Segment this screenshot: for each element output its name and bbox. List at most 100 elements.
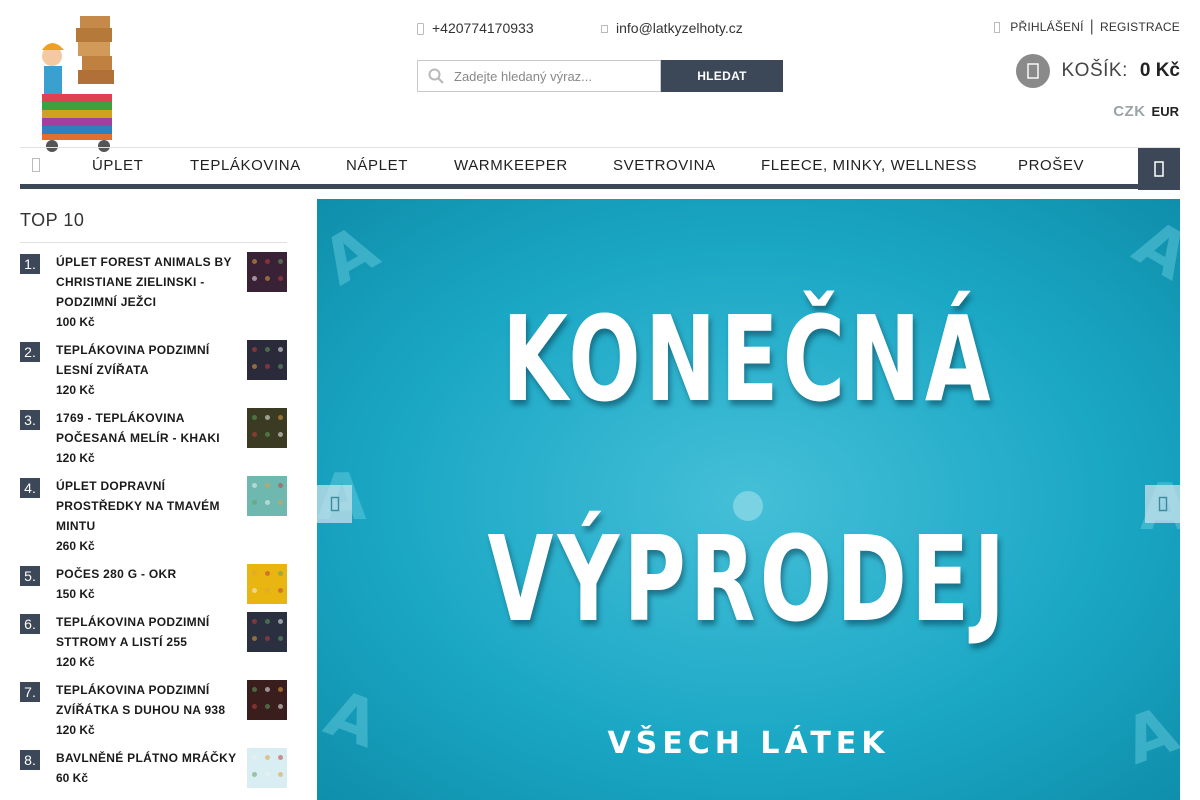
account-links: PŘIHLÁŠENÍ | REGISTRACE — [994, 18, 1180, 36]
top10-item[interactable]: 1. ÚPLET FOREST ANIMALS BY CHRISTIANE ZIE… — [20, 252, 287, 332]
currency-czk[interactable]: CZK — [1113, 103, 1145, 120]
slider-prev-button[interactable] — [317, 485, 352, 523]
fabric-pattern-dot — [252, 687, 257, 692]
currency-eur[interactable]: EUR — [1152, 104, 1179, 119]
slider-next-button[interactable] — [1145, 485, 1180, 523]
fabric-pattern-dot — [278, 347, 283, 352]
top10-product-thumbnail[interactable] — [247, 564, 287, 604]
nav-item-fleece[interactable]: FLEECE, MINKY, WELLNESS — [761, 157, 977, 174]
top10-title: TOP 10 — [20, 210, 85, 230]
email-address[interactable]: info@latkyzelhoty.cz — [616, 20, 743, 36]
search-field[interactable] — [417, 60, 661, 92]
top10-item[interactable]: 4. ÚPLET DOPRAVNÍ PROSTŘEDKY NA TMAVÉM MI… — [20, 476, 287, 556]
top10-product-thumbnail[interactable] — [247, 680, 287, 720]
nav-item-naplet[interactable]: NÁPLET — [346, 157, 408, 174]
currency-switcher: CZK EUR — [1113, 103, 1179, 120]
fabric-pattern-dot — [278, 483, 283, 488]
top10-info: ÚPLET DOPRAVNÍ PROSTŘEDKY NA TMAVÉM MINT… — [56, 476, 240, 556]
fabric-pattern-dot — [278, 500, 283, 505]
nav-item-uplet[interactable]: ÚPLET — [92, 157, 143, 174]
banner-line-1: KONEČNÁ — [502, 290, 995, 428]
top10-list: 1. ÚPLET FOREST ANIMALS BY CHRISTIANE ZIE… — [20, 252, 287, 796]
phone-number[interactable]: +420774170933 — [432, 20, 534, 36]
cart-total: 0 Kč — [1139, 60, 1180, 81]
fabric-pattern-dot — [252, 636, 257, 641]
top10-info: TEPLÁKOVINA PODZIMNÍ STTROMY A LISTÍ 255… — [56, 612, 240, 672]
fabric-pattern-dot — [252, 483, 257, 488]
fabric-pattern-dot — [278, 755, 283, 760]
top10-item[interactable]: 6. TEPLÁKOVINA PODZIMNÍ STTROMY A LISTÍ 2… — [20, 612, 287, 672]
top10-item[interactable]: 2. TEPLÁKOVINA PODZIMNÍ LESNÍ ZVÍŘATA 120 … — [20, 340, 287, 400]
top10-info: TEPLÁKOVINA PODZIMNÍ ZVÍŘÁTKA S DUHOU NA… — [56, 680, 240, 740]
register-link[interactable]: REGISTRACE — [1100, 20, 1180, 34]
cart-label: KOŠÍK: — [1061, 60, 1128, 81]
top10-info: 1769 - TEPLÁKOVINA POČESANÁ MELÍR - KHAK… — [56, 408, 240, 468]
search-button[interactable]: HLEDAT — [661, 60, 783, 92]
top10-product-thumbnail[interactable] — [247, 252, 287, 292]
top10-rank: 2. — [20, 342, 40, 362]
fabric-pattern-dot — [278, 772, 283, 777]
top10-product-name[interactable]: POČES 280 G - OKR — [56, 564, 240, 584]
top10-info: BAVLNĚNÉ PLÁTNO MRÁČKY 60 Kč — [56, 748, 240, 788]
fabric-pattern-dot — [265, 364, 270, 369]
top10-rank: 6. — [20, 614, 40, 634]
banner-line-3: VŠECH LÁTEK — [607, 726, 890, 761]
fabric-pattern-dot — [278, 415, 283, 420]
nav-item-warmkeeper[interactable]: WARMKEEPER — [454, 157, 568, 174]
top10-item[interactable]: 7. TEPLÁKOVINA PODZIMNÍ ZVÍŘÁTKA S DUHOU … — [20, 680, 287, 740]
fabric-pattern-dot — [265, 347, 270, 352]
fabric-pattern-dot — [252, 704, 257, 709]
chevron-left-icon — [330, 496, 339, 512]
fabric-pattern-dot — [252, 772, 257, 777]
fabric-pattern-dot — [278, 432, 283, 437]
fabric-pattern-dot — [278, 364, 283, 369]
fabric-pattern-dot — [252, 276, 257, 281]
top10-product-thumbnail[interactable] — [247, 408, 287, 448]
top10-product-price: 100 Kč — [56, 315, 95, 329]
site-logo[interactable] — [28, 10, 128, 155]
top10-product-name[interactable]: ÚPLET DOPRAVNÍ PROSTŘEDKY NA TMAVÉM MINT… — [56, 476, 240, 536]
nav-item-prosev[interactable]: PROŠEV — [1018, 157, 1084, 174]
top10-item[interactable]: 3. 1769 - TEPLÁKOVINA POČESANÁ MELÍR - KH… — [20, 408, 287, 468]
top10-product-thumbnail[interactable] — [247, 612, 287, 652]
top10-rank: 7. — [20, 682, 40, 702]
fabric-pattern-dot — [265, 755, 270, 760]
top10-product-name[interactable]: TEPLÁKOVINA PODZIMNÍ ZVÍŘÁTKA S DUHOU NA… — [56, 680, 240, 720]
banner-line-2: VÝPRODEJ — [487, 510, 1010, 648]
top10-product-name[interactable]: 1769 - TEPLÁKOVINA POČESANÁ MELÍR - KHAK… — [56, 408, 240, 448]
home-icon[interactable] — [32, 158, 40, 172]
fabric-pattern-dot — [278, 276, 283, 281]
cart-icon[interactable] — [1015, 54, 1050, 88]
top10-product-price: 260 Kč — [56, 539, 95, 553]
email-contact[interactable]: info@latkyzelhoty.cz — [601, 20, 743, 36]
fabric-pattern-dot — [265, 415, 270, 420]
lock-icon — [994, 21, 1001, 33]
top10-product-name[interactable]: TEPLÁKOVINA PODZIMNÍ STTROMY A LISTÍ 255 — [56, 612, 240, 652]
fabric-pattern-dot — [265, 687, 270, 692]
top10-product-thumbnail[interactable] — [247, 748, 287, 788]
top10-product-name[interactable]: ÚPLET FOREST ANIMALS BY CHRISTIANE ZIELI… — [56, 252, 240, 312]
top10-product-name[interactable]: BAVLNĚNÉ PLÁTNO MRÁČKY — [56, 748, 240, 768]
top10-item[interactable]: 8. BAVLNĚNÉ PLÁTNO MRÁČKY 60 Kč — [20, 748, 287, 788]
top10-product-thumbnail[interactable] — [247, 476, 287, 516]
main-navigation: ÚPLET TEPLÁKOVINA NÁPLET WARMKEEPER SVET… — [20, 147, 1180, 190]
fabric-pattern-dot — [278, 259, 283, 264]
top10-item[interactable]: 5. POČES 280 G - OKR 150 Kč — [20, 564, 287, 604]
fabric-pattern-dot — [265, 636, 270, 641]
top10-product-thumbnail[interactable] — [247, 340, 287, 380]
fabric-pattern-dot — [278, 704, 283, 709]
nav-item-svetrovina[interactable]: SVETROVINA — [613, 157, 716, 174]
fabric-pattern-dot — [265, 588, 270, 593]
cart-widget[interactable]: KOŠÍK: 0 Kč — [1015, 54, 1180, 88]
nav-item-teplakovina[interactable]: TEPLÁKOVINA — [190, 157, 301, 174]
fabric-pattern-dot — [252, 755, 257, 760]
search-input[interactable] — [454, 68, 654, 84]
fabric-pattern-dot — [265, 619, 270, 624]
chevron-right-icon — [1158, 496, 1167, 512]
top10-info: TEPLÁKOVINA PODZIMNÍ LESNÍ ZVÍŘATA 120 Kč — [56, 340, 240, 400]
fabric-pattern-dot — [252, 432, 257, 437]
top10-product-name[interactable]: TEPLÁKOVINA PODZIMNÍ LESNÍ ZVÍŘATA — [56, 340, 240, 380]
fabric-pattern-dot — [265, 276, 270, 281]
phone-contact[interactable]: +420774170933 — [417, 20, 534, 36]
login-link[interactable]: PŘIHLÁŠENÍ — [1010, 20, 1083, 34]
